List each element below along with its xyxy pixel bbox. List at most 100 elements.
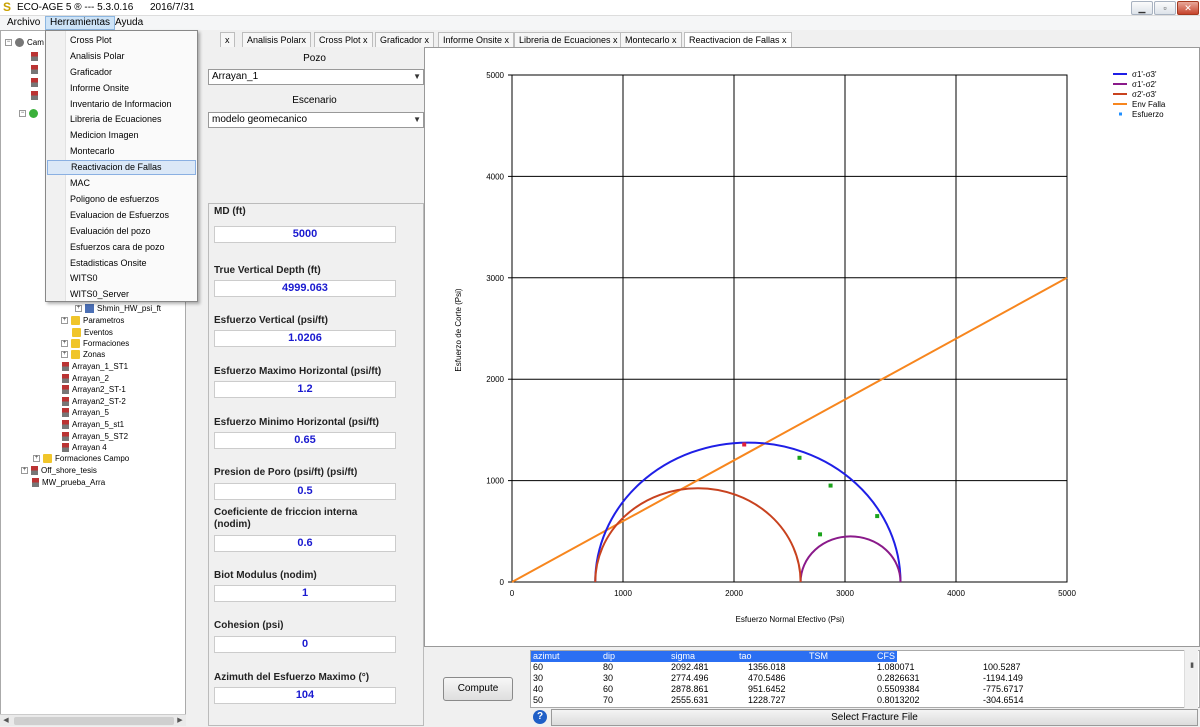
tree-node-hidden[interactable] [31,64,41,76]
tree-node[interactable]: Arrayan_5_st1 [62,419,124,431]
menu-item-libreria[interactable]: Libreria de Ecuaciones [47,112,196,127]
menu-ayuda[interactable]: Ayuda [111,16,147,30]
tab-informe-onsite[interactable]: Informe Onsite x [438,32,515,47]
chevron-down-icon[interactable]: ▼ [413,70,421,84]
column-header[interactable]: dip [603,651,615,662]
biot-field[interactable]: 1 [214,585,396,602]
select-fracture-file-button[interactable]: Select Fracture File [551,709,1198,726]
scroll-right-icon[interactable]: ▶ [174,715,186,727]
biot-label: Biot Modulus (nodim) [214,570,317,581]
esfuerzo-min-field[interactable]: 0.65 [214,432,396,449]
scroll-thumb[interactable] [14,717,174,725]
tree-node-hidden[interactable] [31,77,41,89]
column-header[interactable]: tao [739,651,752,662]
expand-icon[interactable]: + [33,455,40,463]
tree-node[interactable]: + Formaciones Campo [33,453,129,465]
menu-item-analisis-polar[interactable]: Analisis Polar [47,49,196,64]
friccion-field[interactable]: 0.6 [214,535,396,552]
chevron-down-icon[interactable]: ▼ [413,113,421,127]
menu-item-reactivacion-de-fallas[interactable]: Reactivacion de Fallas [47,160,196,175]
tab-unnamed[interactable]: x [220,32,235,47]
menu-item-graficador[interactable]: Graficador [47,65,196,80]
menu-item-cross-plot[interactable]: Cross Plot [47,33,196,48]
scroll-left-icon[interactable]: ◀ [0,715,12,727]
md-field[interactable]: 5000 [214,226,396,243]
tvd-field[interactable]: 4999.063 [214,280,396,297]
cohesion-field[interactable]: 0 [214,636,396,653]
tree-root[interactable]: − Cam [5,37,44,49]
esfuerzo-point [828,483,833,488]
expand-icon[interactable]: + [61,340,68,348]
maximize-button[interactable]: ▫ [1154,1,1176,15]
menu-item-evaluacion-esfuerzos[interactable]: Evaluacion de Esfuerzos [47,208,196,223]
tab-strip: x Analisis Polarx Cross Plot x Graficado… [190,32,1200,47]
tree-node[interactable]: + Parametros [61,315,124,327]
tab-cross-plot[interactable]: Cross Plot x [314,32,373,47]
scroll-thumb-icon[interactable]: ▮ [1186,660,1198,672]
expand-icon[interactable]: + [61,351,68,359]
table-row[interactable]: 50 70 2555.631 1228.727 0.8013202 -304.6… [531,695,1191,706]
expand-icon[interactable]: + [61,317,68,325]
column-header[interactable]: CFS [877,651,895,662]
tree-horizontal-scrollbar[interactable]: ◀ ▶ [0,714,186,726]
menu-item-informe-onsite[interactable]: Informe Onsite [47,81,196,96]
menu-item-evaluacion-pozo[interactable]: Evaluación del pozo [47,224,196,239]
esfuerzo-max-field[interactable]: 1.2 [214,381,396,398]
tree-node[interactable]: Arrayan_5 [62,407,109,419]
menu-item-montecarlo[interactable]: Montecarlo [47,144,196,159]
tree-node-hidden[interactable] [31,51,41,63]
azimuth-field[interactable]: 104 [214,687,396,704]
escenario-select[interactable]: modelo geomecanico ▼ [208,112,424,128]
legend-label: Esfuerzo [1132,110,1164,119]
tree-node[interactable]: Arrayan_1_ST1 [62,361,128,373]
tree-node[interactable]: Arrayan2_ST-1 [62,384,126,396]
close-button[interactable]: ✕ [1177,1,1199,15]
esfuerzo-vertical-field[interactable]: 1.0206 [214,330,396,347]
tree-node[interactable]: + Shmin_HW_psi_ft [75,303,161,315]
menu-item-inventario[interactable]: Inventario de Informacion [47,97,196,112]
tab-libreria[interactable]: Libreria de Ecuaciones x [514,32,623,47]
tree-node-hidden[interactable]: − [19,108,41,120]
tab-montecarlo[interactable]: Montecarlo x [620,32,682,47]
compute-button[interactable]: Compute [443,677,513,701]
menu-herramientas[interactable]: Herramientas [45,16,116,30]
table-row[interactable]: 30 30 2774.496 470.5486 0.2826631 -1194.… [531,673,1191,684]
results-table[interactable]: azimut dip sigma tao TSM CFS 60 80 2092.… [530,650,1200,708]
menu-item-wits0[interactable]: WITS0 [47,271,196,286]
x-tick-label: 2000 [725,589,743,598]
menu-item-poligono[interactable]: Poligono de esfuerzos [47,192,196,207]
table-row[interactable]: 60 80 2092.481 1356.018 1.080071 100.528… [531,662,1191,673]
tab-graficador[interactable]: Graficador x [375,32,435,47]
help-icon[interactable]: ? [533,710,547,724]
collapse-icon[interactable]: − [19,110,26,118]
expand-icon[interactable]: + [21,467,28,475]
menu-item-medicion-imagen[interactable]: Medicion Imagen [47,128,196,143]
menu-bar: Archivo Herramientas Ayuda [0,16,1200,30]
esfuerzo-max-label: Esfuerzo Maximo Horizontal (psi/ft) [214,366,382,377]
cohesion-label: Cohesion (psi) [214,620,284,631]
well-icon [32,478,39,488]
tree-node[interactable]: MW_prueba_Arra [32,477,105,489]
tree-node[interactable]: + Off_shore_tesis [21,465,97,477]
app-logo-icon: S [3,0,12,14]
column-header[interactable]: azimut [533,651,560,662]
table-vertical-scrollbar[interactable]: ▮ [1184,650,1198,708]
minimize-button[interactable]: ▁ [1131,1,1153,15]
column-header[interactable]: sigma [671,651,695,662]
tab-reactivacion-de-fallas[interactable]: Reactivacion de Fallas x [684,32,792,47]
tree-node-hidden[interactable] [31,90,41,102]
menu-item-esfuerzos-cara[interactable]: Esfuerzos cara de pozo [47,240,196,255]
collapse-icon[interactable]: − [5,39,12,47]
pozo-select[interactable]: Arrayan_1 ▼ [208,69,424,85]
table-row[interactable]: 40 60 2878.861 951.6452 0.5509384 -775.6… [531,684,1191,695]
friccion-label: Coeficiente de friccion interna (nodim) [214,507,358,530]
expand-icon[interactable]: + [75,305,82,313]
tab-analisis-polar[interactable]: Analisis Polarx [242,32,312,47]
menu-item-wits0-server[interactable]: WITS0_Server [47,287,196,302]
tree-node[interactable]: + Zonas [61,349,105,361]
column-header[interactable]: TSM [809,651,828,662]
menu-archivo[interactable]: Archivo [3,16,44,30]
presion-poro-field[interactable]: 0.5 [214,483,396,500]
menu-item-mac[interactable]: MAC [47,176,196,191]
menu-item-estadisticas[interactable]: Estadisticas Onsite [47,256,196,271]
